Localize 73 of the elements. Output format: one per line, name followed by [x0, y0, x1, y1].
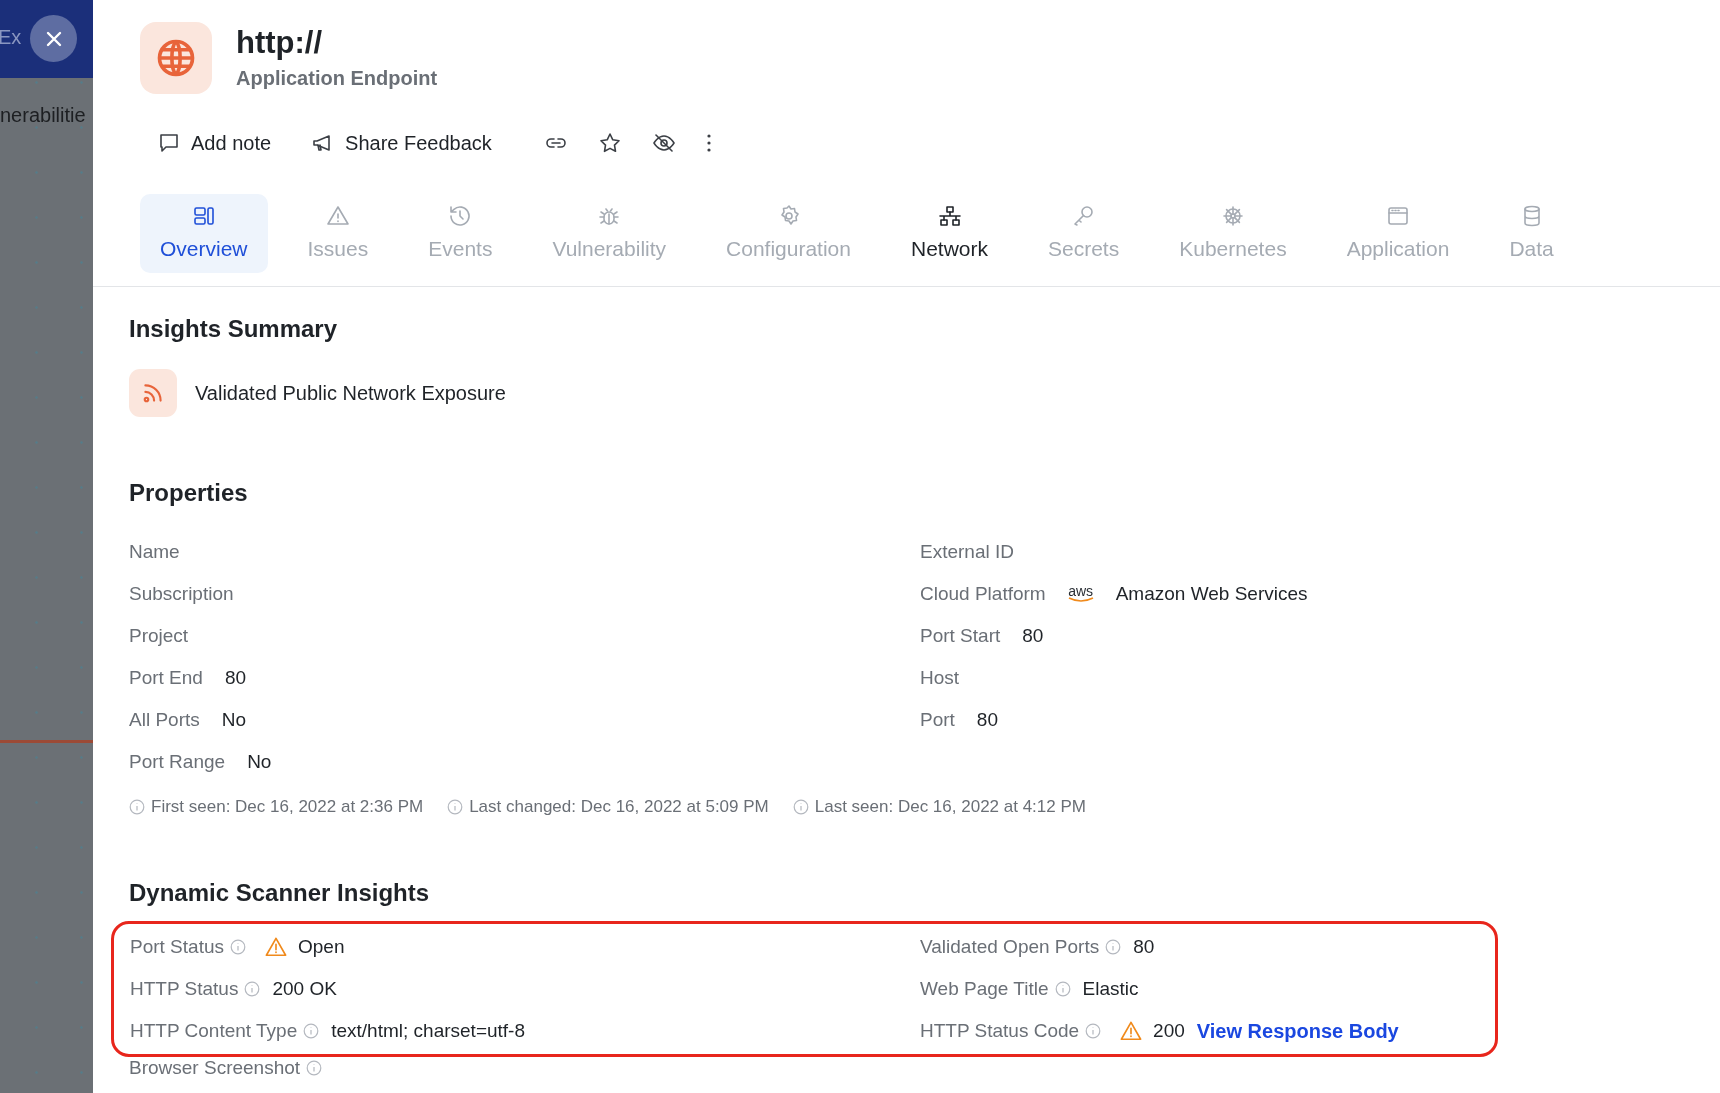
warning-icon: [325, 204, 350, 228]
info-icon: [230, 939, 246, 955]
insight-label: HTTP Content Type: [130, 1020, 298, 1042]
property-value: Amazon Web Services: [1115, 583, 1308, 605]
close-button[interactable]: [30, 15, 77, 62]
star-icon: [597, 131, 622, 155]
property-label: Port Start: [920, 625, 1001, 647]
feedback-button[interactable]: Share Feedback: [311, 127, 504, 159]
tab[interactable]: Overview: [140, 194, 268, 273]
page-subtitle: Application Endpoint: [236, 67, 438, 90]
property-label: Project: [129, 625, 189, 647]
insight-label: Validated Open Ports: [920, 936, 1100, 958]
info-icon: [447, 799, 464, 815]
info-icon: [303, 1023, 320, 1039]
globe-icon: [140, 22, 212, 94]
insight-value: 200: [1153, 1020, 1185, 1042]
property-value: No: [221, 709, 247, 731]
history-icon: [448, 204, 473, 228]
property-value: No: [247, 751, 272, 773]
property-value: 80: [976, 709, 998, 731]
warning-icon: [1119, 1020, 1144, 1042]
nav-title: Ex: [0, 25, 22, 49]
insight-label: Port Status: [130, 936, 224, 958]
info-icon: [1085, 1023, 1102, 1039]
browser-window-icon: [1386, 204, 1410, 228]
note-button[interactable]: Add note: [157, 127, 284, 159]
layout-icon: [191, 204, 216, 228]
property-label: Name: [129, 541, 180, 563]
timestamp-text: Last changed: Dec 16, 2022 at 5:09 PM: [469, 797, 769, 817]
more-icon: [705, 133, 712, 153]
property-label: All Ports: [129, 709, 200, 731]
key-icon: [1071, 204, 1096, 228]
insight-value: Elastic: [1082, 978, 1139, 1000]
timestamp-text: Last seen: Dec 16, 2022 at 4:12 PM: [814, 797, 1086, 817]
section-heading: Properties: [129, 479, 249, 507]
aws-logo: aws: [1067, 585, 1094, 603]
property-label: Port: [920, 709, 955, 731]
rss-icon: [129, 369, 177, 417]
property-label: External ID: [920, 541, 1014, 563]
info-icon: [244, 981, 261, 997]
speech-bubble-icon: [157, 131, 181, 155]
insight-value: text/html; charset=utf-8: [331, 1020, 525, 1042]
section-heading: Insights Summary: [129, 315, 339, 343]
info-icon: [129, 799, 145, 815]
property-value: 80: [1022, 625, 1044, 647]
insight-value: 80: [1133, 936, 1155, 958]
insight-label: HTTP Status: [130, 978, 239, 1000]
network-icon: [937, 204, 962, 228]
insight-label: Web Page Title: [920, 978, 1049, 1000]
timestamp-text: First seen: Dec 16, 2022 at 2:36 PM: [151, 797, 424, 817]
eye-slash-icon: [651, 131, 676, 155]
property-label: Subscription: [129, 583, 234, 605]
property-label: Port End: [129, 667, 203, 689]
info-icon: [1105, 939, 1122, 955]
insight-value: Open: [298, 936, 345, 958]
info-icon: [792, 799, 809, 815]
helm-wheel-icon: [1220, 204, 1245, 228]
breadcrumb-text: nerabilitie: [0, 104, 87, 127]
tab[interactable]: Network: [891, 194, 1008, 273]
section-heading: Dynamic Scanner Insights: [129, 879, 431, 907]
property-label: Cloud Platform: [920, 583, 1046, 605]
insight-label: HTTP Status Code: [920, 1020, 1080, 1042]
warning-icon: [264, 936, 288, 958]
page-title: http://: [236, 25, 324, 61]
property-label: Host: [920, 667, 960, 689]
view-response-body-link[interactable]: View Response Body: [1196, 1019, 1399, 1043]
info-icon: [306, 1060, 323, 1076]
insight-label: Browser Screenshot: [129, 1057, 301, 1079]
info-icon: [1054, 981, 1071, 997]
property-value: 80: [224, 667, 247, 689]
property-label: Port Range: [129, 751, 226, 773]
insight-text: Validated Public Network Exposure: [195, 381, 506, 405]
insight-value: 200 OK: [272, 978, 337, 1000]
